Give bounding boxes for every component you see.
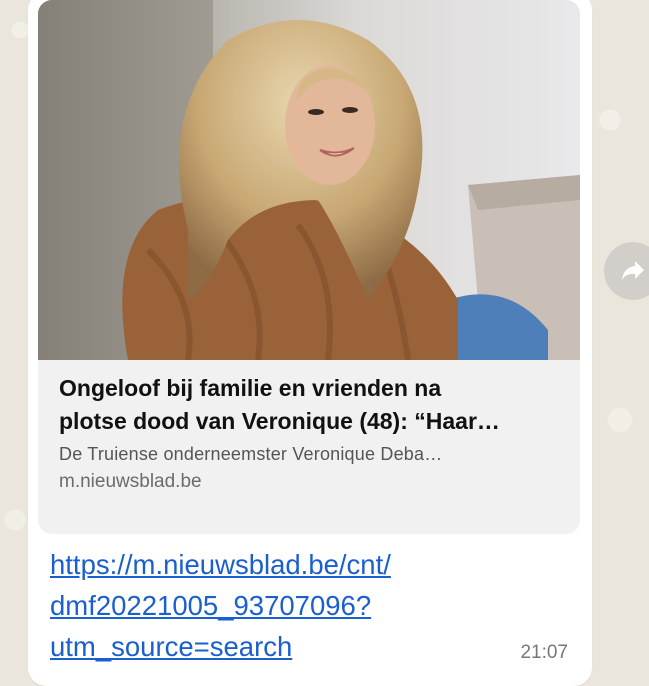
message-bubble[interactable]: Ongeloof bij familie en vrienden na plot… [28,0,592,686]
link-preview-description: De Truiense onderneemster Veronique Deba… [59,444,443,464]
link-preview-card[interactable]: Ongeloof bij familie en vrienden na plot… [38,0,580,534]
forward-arrow-icon [622,261,644,280]
message-timestamp: 21:07 [520,642,568,663]
link-preview-title-line-2: plotse dood van Veronique (48): “Haar… [59,408,500,434]
link-preview-domain: m.nieuwsblad.be [59,471,202,492]
article-photo [38,0,580,360]
url-line-3[interactable]: utm_source=search [50,626,490,667]
url-line-2[interactable]: dmf20221005_93707096? [50,585,490,626]
link-preview-image [38,0,580,360]
message-url-link[interactable]: https://m.nieuwsblad.be/cnt/ dmf20221005… [50,544,490,667]
link-preview-title-line-1: Ongeloof bij familie en vrienden na [59,375,442,401]
url-line-1[interactable]: https://m.nieuwsblad.be/cnt/ [50,544,490,585]
